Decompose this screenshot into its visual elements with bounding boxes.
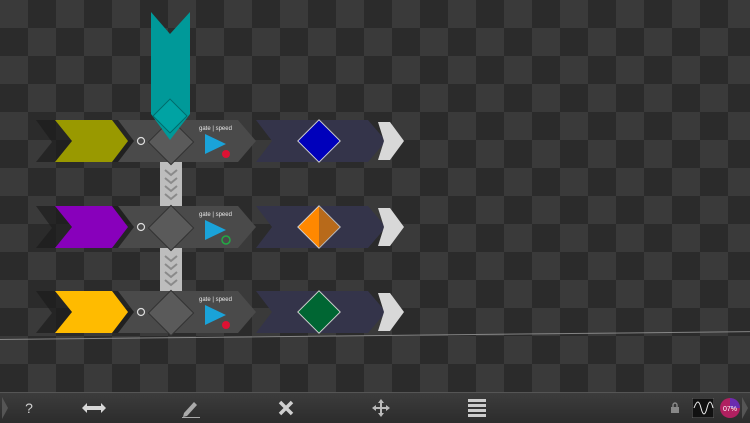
delete-button[interactable]: [274, 393, 298, 423]
help-button[interactable]: ?: [18, 393, 40, 423]
status-indicator: [222, 150, 230, 158]
toolbar-right-notch: [742, 393, 750, 423]
waveform-icon: [692, 398, 714, 418]
top-source-block[interactable]: [146, 12, 196, 142]
menu-icon: [468, 399, 486, 417]
cpu-meter-icon: 07%: [720, 398, 740, 418]
cpu-text: 07%: [723, 406, 737, 413]
delete-icon: [278, 400, 294, 416]
row-3: gate | speed: [36, 289, 404, 337]
param-label: gate | speed: [199, 212, 232, 218]
lock-button[interactable]: [668, 393, 682, 423]
resize-button[interactable]: [78, 393, 110, 423]
move-icon: [372, 399, 390, 417]
param-label: gate | speed: [199, 126, 232, 132]
status-indicator: [222, 321, 230, 329]
connector-1[interactable]: [160, 162, 182, 206]
edit-button[interactable]: [178, 393, 204, 423]
menu-button[interactable]: [464, 393, 490, 423]
row-1: gate | speed: [36, 118, 404, 166]
help-icon: ?: [25, 400, 33, 416]
connector-2[interactable]: [160, 248, 182, 292]
pencil-icon: [182, 402, 200, 418]
cpu-meter: 07%: [719, 393, 741, 423]
move-button[interactable]: [368, 393, 394, 423]
toolbar-left-notch: [0, 393, 12, 423]
resize-icon: [82, 403, 106, 413]
param-label: gate | speed: [199, 297, 232, 303]
row-2: gate | speed: [36, 204, 404, 252]
bottom-toolbar: ? 07%: [0, 392, 750, 423]
lock-icon: [671, 402, 679, 413]
oscilloscope-button[interactable]: [691, 393, 715, 423]
